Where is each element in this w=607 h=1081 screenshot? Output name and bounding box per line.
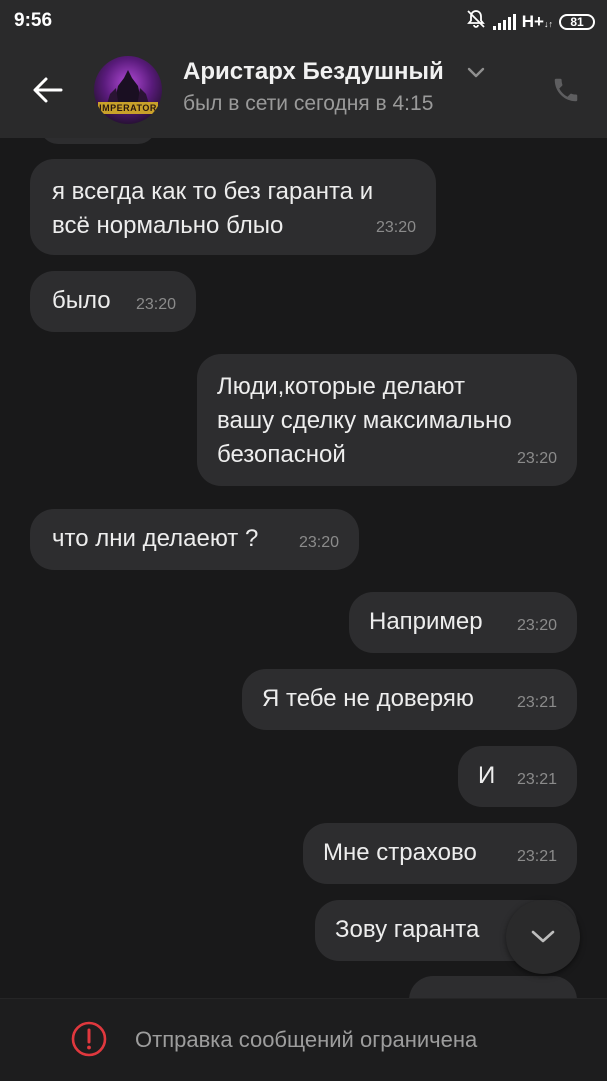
chat-header: IMPERATOR Аристарх Бездушный был в сети … (0, 42, 607, 138)
mute-bell-icon (465, 9, 487, 34)
signal-icon (492, 13, 516, 30)
message-time: 23:21 (516, 848, 557, 865)
network-type: H+↓↑ (521, 11, 553, 31)
message-text: я всегда как то без гаранта и всё нормал… (52, 178, 374, 239)
call-button[interactable] (551, 75, 581, 105)
chevron-down-icon[interactable] (466, 66, 486, 85)
message-bubble-outgoing[interactable]: Я тебе не доверяю 23:21 (242, 669, 577, 730)
back-arrow-icon (33, 77, 63, 103)
status-time: 9:56 (14, 10, 53, 31)
message-bubble-partial (40, 138, 156, 144)
message-time: 23:20 (516, 450, 557, 467)
warning-icon (71, 1021, 107, 1057)
scroll-down-button[interactable] (506, 900, 580, 974)
chevron-down-icon (531, 930, 555, 943)
message-bubble-outgoing[interactable]: Например 23:20 (349, 592, 577, 653)
message-list[interactable]: я всегда как то без гаранта и всё нормал… (0, 138, 607, 998)
avatar[interactable]: IMPERATOR (94, 56, 162, 124)
message-bubble-partial (409, 976, 577, 998)
message-text: что лни делаеют ? (52, 525, 259, 552)
status-bar: 9:56 H+↓↑ 81 (0, 0, 607, 42)
message-time: 23:21 (516, 694, 557, 711)
message-time: 23:20 (298, 534, 339, 551)
restriction-text: Отправка сообщений ограничена (135, 1027, 478, 1052)
message-bubble-incoming[interactable]: я всегда как то без гаранта и всё нормал… (30, 159, 436, 255)
message-time: 23:20 (516, 617, 557, 634)
message-time: 23:20 (375, 219, 416, 236)
contact-status: был в сети сегодня в 4:15 (183, 92, 434, 115)
phone-icon (554, 78, 578, 102)
message-text: Люди,которые делают вашу сделку максимал… (217, 373, 512, 468)
battery-icon: 81 (559, 13, 595, 30)
status-icons: H+↓↑ 81 (465, 9, 595, 34)
avatar-logo-text: IMPERATOR (98, 102, 158, 114)
restriction-bar: Отправка сообщений ограничена (0, 998, 607, 1081)
message-time: 23:21 (516, 771, 557, 788)
message-bubble-incoming[interactable]: что лни делаеют ? 23:20 (30, 509, 359, 570)
message-bubble-incoming[interactable]: было 23:20 (30, 271, 196, 332)
message-bubble-outgoing[interactable]: И 23:21 (458, 746, 577, 807)
message-bubble-outgoing[interactable]: Мне страхово 23:21 (303, 823, 577, 884)
back-button[interactable] (28, 70, 68, 110)
message-text: Я тебе не доверяю (262, 685, 474, 712)
contact-name[interactable]: Аристарх Бездушный (183, 58, 444, 86)
message-time: 23:20 (135, 296, 176, 313)
message-bubble-outgoing[interactable]: Люди,которые делают вашу сделку максимал… (197, 354, 577, 486)
